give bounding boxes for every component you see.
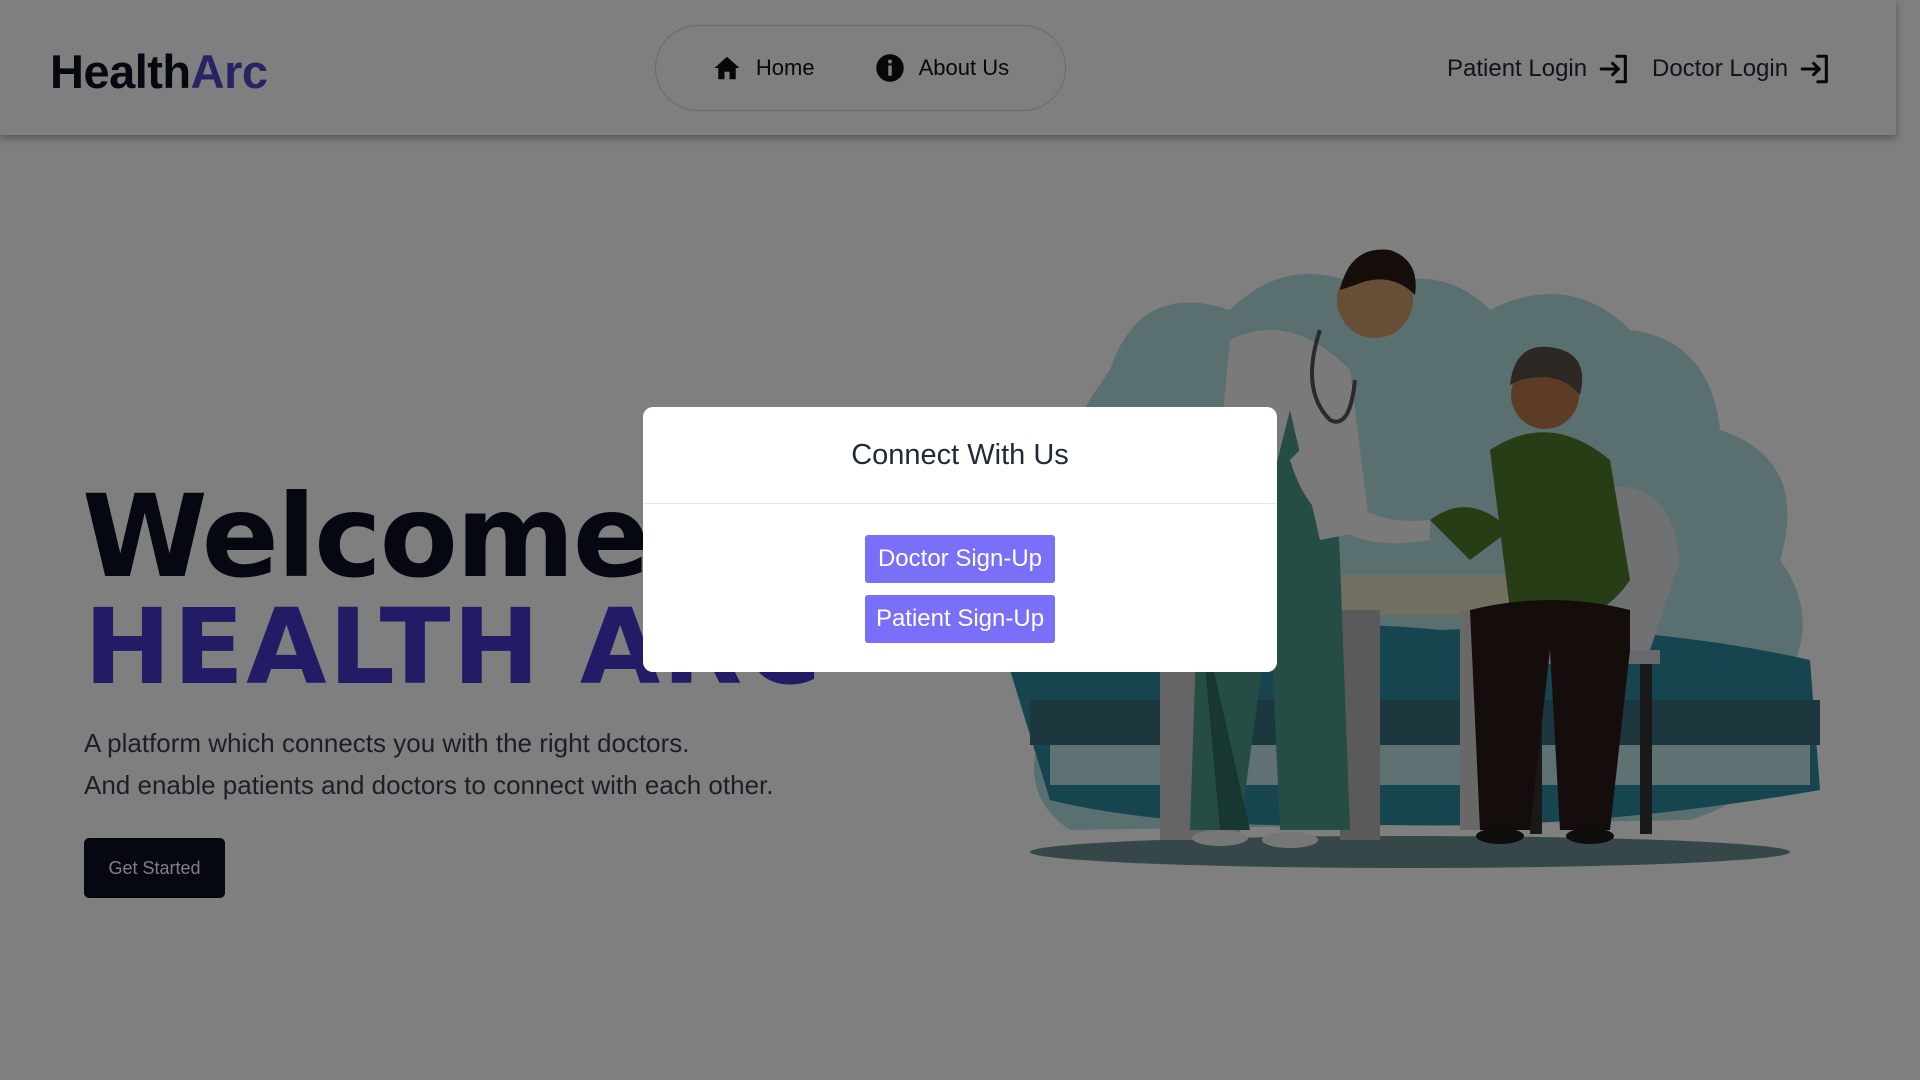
patient-signup-button[interactable]: Patient Sign-Up (865, 595, 1055, 643)
connect-modal: Connect With Us Doctor Sign-Up Patient S… (643, 407, 1277, 672)
modal-title: Connect With Us (643, 407, 1277, 504)
doctor-signup-button[interactable]: Doctor Sign-Up (865, 535, 1055, 583)
modal-body: Doctor Sign-Up Patient Sign-Up (643, 504, 1277, 643)
